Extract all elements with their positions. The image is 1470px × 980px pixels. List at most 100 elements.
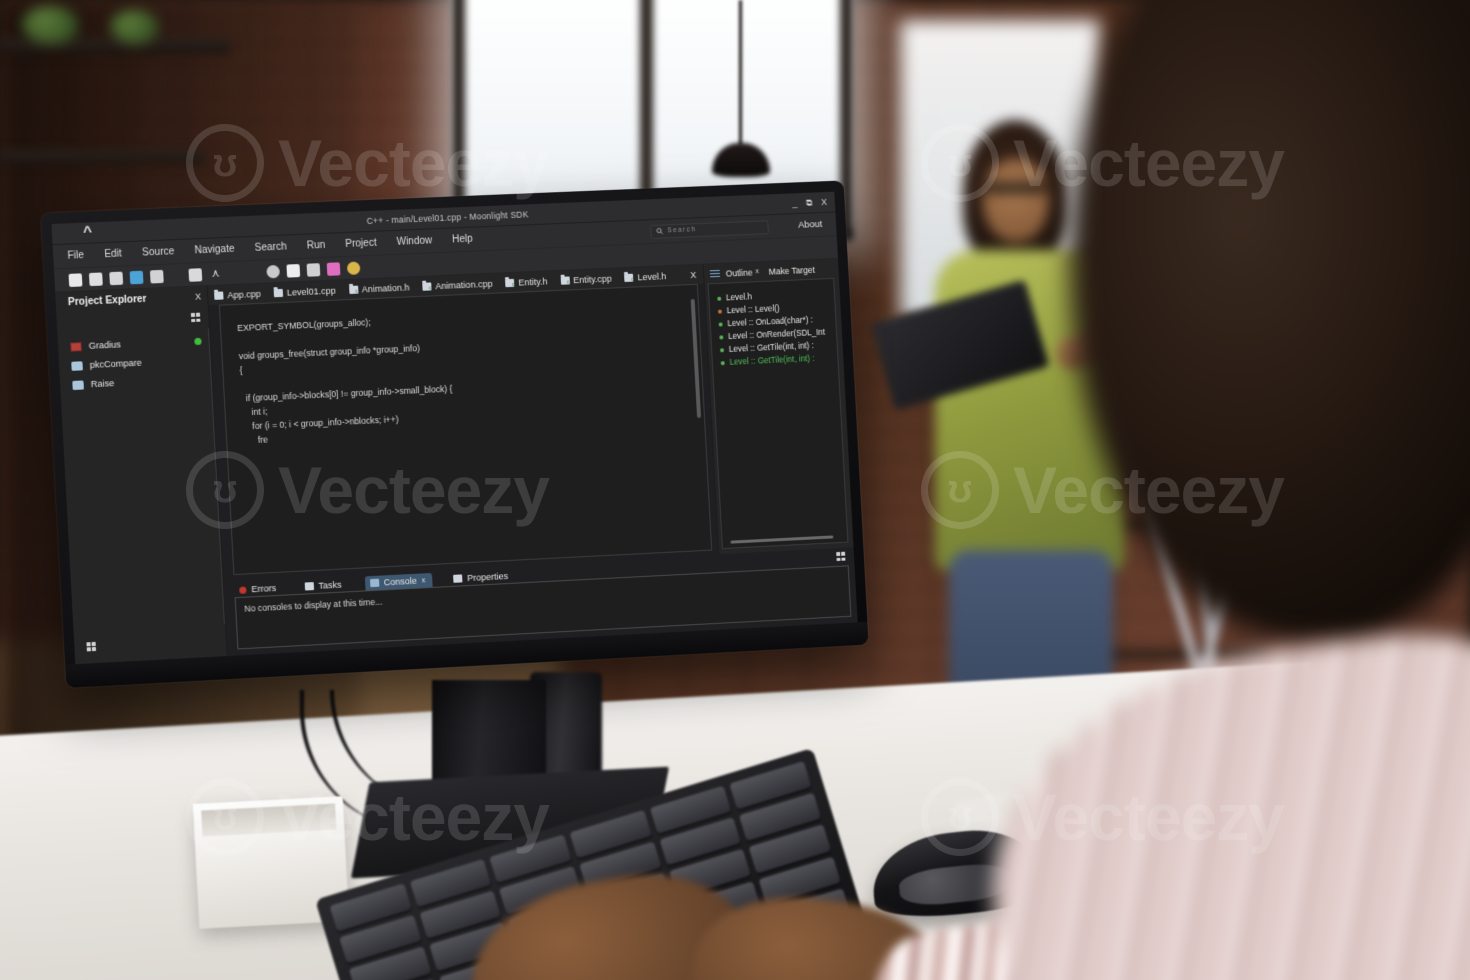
shelf-plant-a — [22, 6, 78, 44]
menu-item-window[interactable]: Window — [396, 235, 432, 247]
project-color-swatch — [71, 361, 83, 371]
file-h-icon — [505, 278, 515, 287]
comment-icon[interactable] — [109, 271, 124, 285]
display-icon[interactable] — [326, 261, 341, 276]
menu-item-help[interactable]: Help — [452, 234, 473, 246]
editor-and-outline: App.cpp Level01.cpp Animation.h — [207, 258, 854, 580]
menu-item-navigate[interactable]: Navigate — [194, 244, 235, 257]
editor-tab-label: App.cpp — [227, 288, 261, 300]
file-h-icon — [560, 275, 570, 285]
menu-item-project[interactable]: Project — [345, 238, 377, 250]
editor-column: App.cpp Level01.cpp Animation.h — [207, 258, 858, 657]
tab-label: Console — [383, 575, 418, 588]
search-input[interactable]: Search — [650, 219, 770, 239]
menu-item-search[interactable]: Search — [254, 241, 287, 253]
about-link[interactable]: About — [798, 219, 823, 231]
file-h-icon — [348, 285, 359, 294]
outline-horizontal-scrollbar[interactable] — [730, 535, 834, 544]
grid-icon — [86, 641, 97, 652]
project-item-pkccompare[interactable]: pkcCompare — [59, 355, 211, 372]
outline-item-label: Level :: Level() — [726, 304, 780, 316]
outline-bullet-icon — [717, 296, 722, 301]
editor-tab-label: Entity.cpp — [572, 273, 613, 285]
editor-tab-label: Level.h — [637, 270, 667, 282]
main-body: Project Explorer X Gradius pkcCompare Ra… — [55, 258, 858, 665]
outline-bullet-icon — [718, 321, 723, 327]
menu-item-edit[interactable]: Edit — [104, 248, 122, 260]
toolbar-separator-2 — [229, 272, 259, 273]
shelf-plant-b — [110, 10, 158, 44]
project-explorer-close-icon[interactable]: X — [195, 291, 202, 301]
project-status-dot — [194, 337, 202, 345]
outline-list-icon — [709, 269, 721, 278]
code-editor[interactable]: EXPORT_SYMBOL(groups_alloc); void groups… — [218, 283, 713, 576]
wall-shelf-mid — [0, 150, 205, 164]
user-icon[interactable] — [266, 264, 281, 278]
editor-tab-animation-cpp[interactable]: Animation.cpp — [422, 278, 493, 291]
make-target-tab[interactable]: Make Target — [768, 264, 815, 276]
bell-icon[interactable] — [346, 260, 361, 275]
error-icon — [239, 586, 247, 594]
ide-window: ^ C++ - main/Level01.cpp - Moonlight SDK… — [51, 191, 858, 665]
file-h-icon — [422, 281, 432, 291]
hierarchy-icon[interactable]: ⋏ — [209, 267, 223, 281]
editor-tab-entity-h[interactable]: Entity.h — [505, 276, 548, 288]
outline-item-label: Level :: GetTile(int, int) : — [729, 353, 815, 367]
new-file-icon[interactable] — [68, 272, 83, 287]
editor-tab-label: Animation.h — [361, 281, 410, 294]
copy-icon[interactable] — [149, 269, 164, 283]
monitor: ^ C++ - main/Level01.cpp - Moonlight SDK… — [40, 180, 869, 688]
save-icon[interactable] — [88, 271, 103, 286]
outline-close-icon[interactable]: x — [755, 268, 759, 275]
console-icon — [369, 578, 379, 588]
project-item-gradius[interactable]: Gradius — [58, 336, 210, 353]
tab-label: Properties — [467, 571, 509, 584]
device-icon[interactable] — [306, 262, 321, 277]
editor-tab-entity-cpp[interactable]: Entity.cpp — [560, 273, 612, 285]
editor-tab-level-h[interactable]: Level.h — [624, 271, 666, 283]
project-item-raise[interactable]: Raise — [60, 374, 212, 391]
menu-item-file[interactable]: File — [67, 250, 84, 262]
outline-bullet-icon — [720, 360, 725, 365]
tab-label: Errors — [251, 582, 277, 595]
folder-c-icon[interactable] — [188, 267, 203, 282]
editor-tab-level01-cpp[interactable]: Level01.cpp — [273, 285, 337, 298]
grid-icon — [836, 551, 846, 562]
editor-close-icon[interactable]: X — [690, 269, 696, 279]
outline-panel: Outline x Make Target Level.h Level:: L… — [702, 258, 854, 555]
editor-tab-animation-h[interactable]: Animation.h — [348, 281, 410, 295]
project-color-swatch — [72, 380, 84, 390]
search-icon — [656, 228, 663, 235]
document-icon[interactable] — [286, 263, 301, 278]
tab-close-icon[interactable]: x — [422, 577, 426, 584]
bottom-panel-layout-button[interactable] — [836, 548, 846, 562]
pendant-lamp-cord — [739, 0, 742, 146]
menu-item-source[interactable]: Source — [142, 246, 175, 258]
outline-bullet-icon — [719, 334, 724, 339]
project-explorer-layout-button[interactable] — [190, 309, 201, 323]
menu-item-run[interactable]: Run — [307, 240, 326, 252]
editor-area: App.cpp Level01.cpp Animation.h — [207, 264, 719, 580]
outline-item-label: Level.h — [725, 292, 753, 303]
project-label: pkcCompare — [89, 357, 142, 371]
project-explorer-panel: Project Explorer X Gradius pkcCompare Ra… — [55, 286, 228, 665]
outline-bullet-icon — [717, 309, 723, 314]
properties-icon — [453, 574, 463, 583]
grid-icon — [190, 312, 201, 323]
code-content: EXPORT_SYMBOL(groups_alloc); void groups… — [237, 317, 453, 446]
project-color-swatch — [70, 341, 82, 352]
editor-tab-label: Entity.h — [518, 275, 548, 288]
search-area: Search — [650, 219, 770, 239]
search-placeholder: Search — [667, 226, 697, 235]
editor-tab-app-cpp[interactable]: App.cpp — [214, 288, 261, 300]
project-list: Gradius pkcCompare Raise — [58, 336, 212, 391]
explorer-bottom-button[interactable] — [86, 638, 97, 652]
outline-tab-label[interactable]: Outline — [725, 267, 752, 278]
file-cpp-icon — [273, 288, 284, 297]
project-label: Raise — [90, 378, 115, 390]
print-icon[interactable] — [129, 270, 144, 284]
editor-tab-label: Level01.cpp — [286, 285, 337, 298]
project-label: Gradius — [88, 339, 122, 352]
tab-label: Tasks — [318, 579, 342, 591]
tasks-icon — [304, 582, 314, 591]
